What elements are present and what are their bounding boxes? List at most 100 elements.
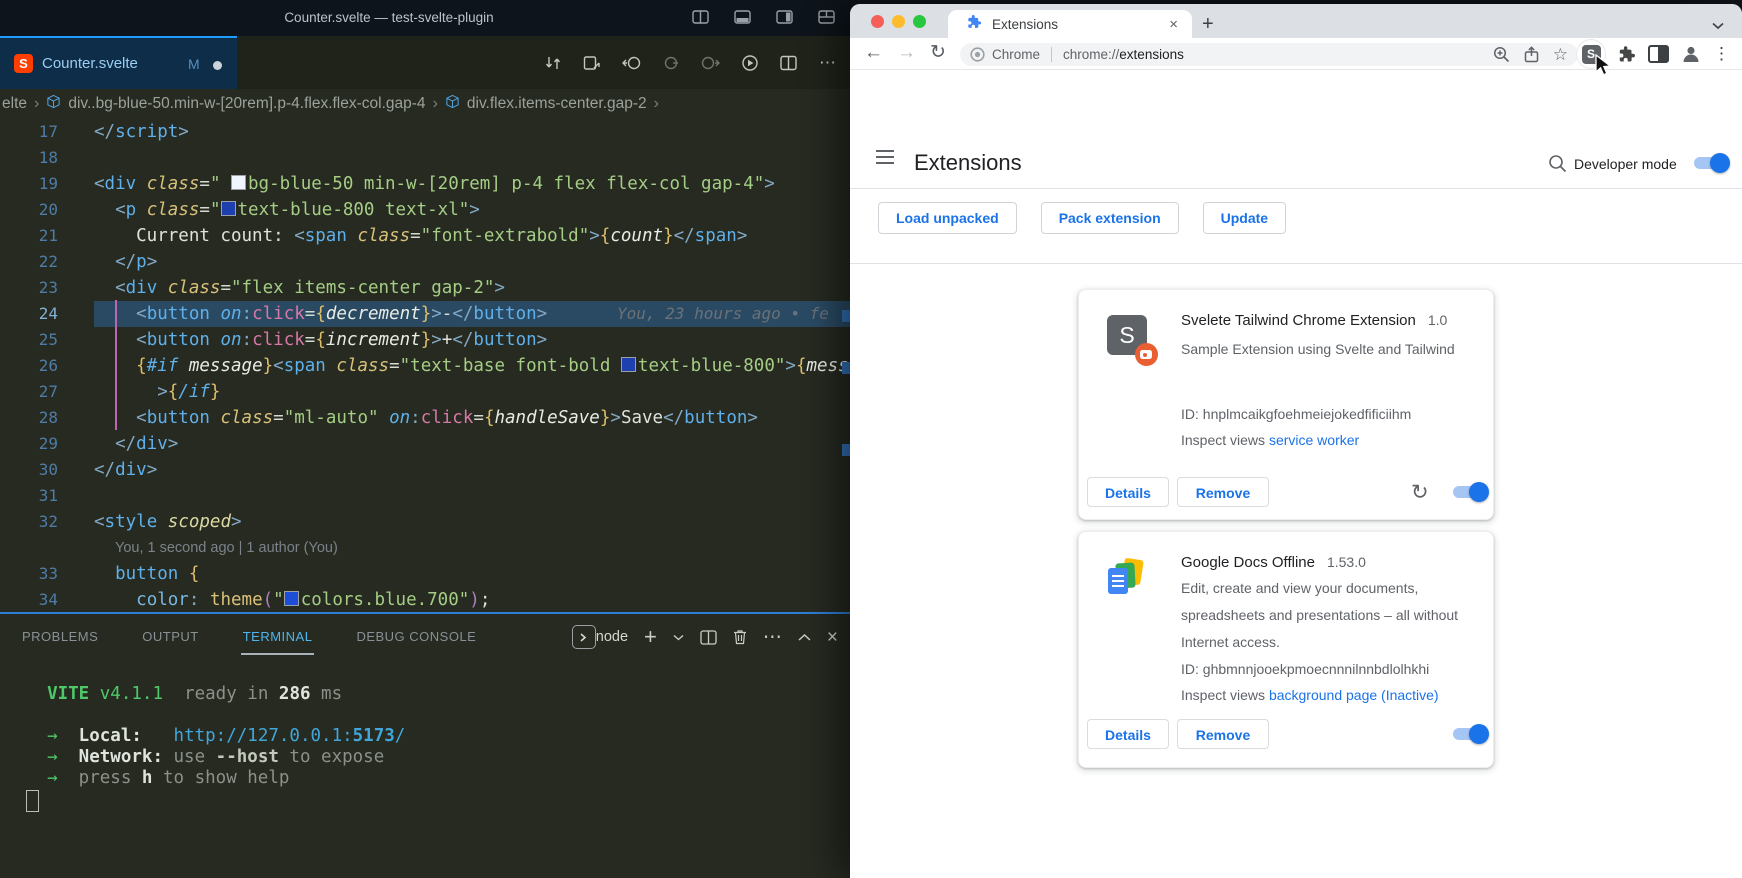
code-text: color: theme("colors.blue.700"); xyxy=(94,587,850,612)
code-editor[interactable]: 17</script>1819<div class=" bg-blue-50 m… xyxy=(0,119,850,612)
close-window-button[interactable] xyxy=(871,15,884,28)
extension-name: Svelete Tailwind Chrome Extension xyxy=(1181,312,1416,329)
site-label: Chrome xyxy=(992,47,1040,62)
close-panel-icon[interactable]: × xyxy=(827,628,838,647)
panel-tab-debug-console[interactable]: DEBUG CONSOLE xyxy=(334,616,498,658)
share-icon[interactable] xyxy=(1524,46,1539,63)
code-text: >{/if} xyxy=(94,379,850,405)
toggle-sidebar-icon[interactable] xyxy=(692,10,710,25)
more-actions-icon[interactable]: ⋯ xyxy=(819,53,836,73)
extension-reload-icon[interactable]: ↻ xyxy=(1411,480,1429,505)
remove-button[interactable]: Remove xyxy=(1177,477,1269,507)
symbol-cube-icon xyxy=(445,94,460,114)
breadcrumb-separator-icon: › xyxy=(654,95,659,113)
tab-search-icon[interactable] xyxy=(1712,17,1724,35)
zoom-icon[interactable] xyxy=(1493,46,1510,63)
chrome-menu-icon[interactable]: ⋮ xyxy=(1713,44,1730,64)
line-number: 34 xyxy=(0,587,58,612)
new-tab-button[interactable]: + xyxy=(1202,12,1214,36)
profile-avatar-icon[interactable] xyxy=(1681,44,1701,64)
code-text: </div> xyxy=(94,457,850,483)
back-icon[interactable]: ← xyxy=(864,41,883,65)
developer-mode-label: Developer mode xyxy=(1574,156,1677,172)
open-preview-icon[interactable] xyxy=(583,55,601,71)
toggle-secondary-sidebar-icon[interactable] xyxy=(776,10,794,25)
panel-tab-output[interactable]: OUTPUT xyxy=(120,616,220,658)
line-number: 29 xyxy=(0,431,58,457)
terminal-line: → Network: use --host to expose xyxy=(26,747,405,768)
extension-enabled-toggle[interactable] xyxy=(1453,728,1487,740)
split-terminal-icon[interactable] xyxy=(700,630,717,645)
breadcrumb-item[interactable]: div..bg-blue-50.min-w-[20rem].p-4.flex.f… xyxy=(68,95,425,113)
panel-more-icon[interactable]: ⋯ xyxy=(763,628,782,647)
code-line: 33 button { xyxy=(0,561,850,587)
url-path: extensions xyxy=(1119,47,1184,62)
overview-ruler-mark xyxy=(842,310,850,322)
svelte-icon: S xyxy=(14,54,33,73)
breadcrumb-item[interactable]: div.flex.items-center.gap-2 xyxy=(467,95,647,113)
button-load-unpacked[interactable]: Load unpacked xyxy=(878,202,1017,234)
developer-mode-toggle[interactable] xyxy=(1694,157,1728,169)
extension-title-row: Svelete Tailwind Chrome Extension1.0 xyxy=(1181,310,1447,330)
code-text: <div class=" bg-blue-50 min-w-[20rem] p-… xyxy=(94,171,850,197)
extensions-puzzle-icon[interactable] xyxy=(1617,45,1636,64)
color-swatch xyxy=(231,175,246,190)
kill-terminal-icon[interactable] xyxy=(733,629,747,645)
code-text: <style scoped> xyxy=(94,509,850,535)
bookmark-star-icon[interactable]: ☆ xyxy=(1553,46,1568,63)
previous-change-icon[interactable] xyxy=(622,55,642,71)
details-button[interactable]: Details xyxy=(1087,719,1169,749)
line-number: 23 xyxy=(0,275,58,301)
google-docs-icon xyxy=(1107,559,1147,599)
toggle-panel-icon[interactable] xyxy=(734,10,752,25)
address-bar[interactable]: Chrome chrome://extensions ☆ xyxy=(960,43,1578,66)
code-line: 27 >{/if} xyxy=(0,379,850,405)
code-text xyxy=(94,145,850,171)
extensions-page: Extensions Developer mode Load unpackedP… xyxy=(850,70,1742,878)
chrome-tabstrip: Extensions × + xyxy=(850,4,1742,38)
extension-id: ID: ghbmnnjooekpmoecnnnilnnbdlolhkhi xyxy=(1181,659,1429,679)
split-editor-icon[interactable] xyxy=(780,55,798,71)
minimize-window-button[interactable] xyxy=(892,15,905,28)
extension-enabled-toggle[interactable] xyxy=(1453,486,1487,498)
inspect-view-link[interactable]: service worker xyxy=(1269,432,1359,448)
details-button[interactable]: Details xyxy=(1087,477,1169,507)
color-swatch xyxy=(284,591,299,606)
terminal-instance[interactable]: node xyxy=(572,625,628,649)
next-change-icon xyxy=(700,55,720,71)
maximize-panel-icon[interactable] xyxy=(798,633,811,641)
tab-counter-svelte[interactable]: S Counter.svelte M xyxy=(0,36,237,89)
run-icon[interactable] xyxy=(741,54,759,72)
zoom-window-button[interactable] xyxy=(913,15,926,28)
code-text: <button on:click={increment}>+</button> xyxy=(94,327,850,353)
svelte-s-badge-icon: S xyxy=(1107,315,1147,355)
side-panel-icon[interactable] xyxy=(1648,45,1669,63)
reload-icon[interactable]: ↻ xyxy=(930,41,946,65)
active-indent-guide xyxy=(115,300,117,430)
breadcrumb[interactable]: elte › div..bg-blue-50.min-w-[20rem].p-4.f… xyxy=(2,89,850,119)
button-pack-extension[interactable]: Pack extension xyxy=(1041,202,1179,234)
customize-layout-icon[interactable] xyxy=(818,10,836,25)
vscode-window: Counter.svelte — test-svelte-plugin S Co… xyxy=(0,0,850,878)
close-tab-icon[interactable]: × xyxy=(1169,16,1178,33)
breadcrumb-file[interactable]: elte xyxy=(2,95,27,113)
panel-tab-problems[interactable]: PROBLEMS xyxy=(0,616,120,658)
main-menu-icon[interactable] xyxy=(876,156,894,158)
remove-button[interactable]: Remove xyxy=(1177,719,1269,749)
line-number: 26 xyxy=(0,353,58,379)
button-update[interactable]: Update xyxy=(1203,202,1286,234)
unsaved-dot-icon[interactable] xyxy=(213,61,222,70)
panel-tab-terminal[interactable]: TERMINAL xyxy=(221,616,335,658)
terminal-dropdown-icon[interactable] xyxy=(673,634,684,641)
terminal-output[interactable]: VITE v4.1.1 ready in 286 ms → Local: htt… xyxy=(26,684,405,789)
compare-changes-icon[interactable] xyxy=(544,55,562,71)
tab-label: Counter.svelte xyxy=(42,55,138,72)
new-terminal-icon[interactable]: + xyxy=(644,626,657,648)
search-icon[interactable] xyxy=(1548,154,1567,173)
tab-extensions[interactable]: Extensions × xyxy=(948,10,1192,38)
code-line: 34 color: theme("colors.blue.700"); xyxy=(0,587,850,612)
line-number: 25 xyxy=(0,327,58,353)
line-number: 33 xyxy=(0,561,58,587)
inspect-view-link[interactable]: background page (Inactive) xyxy=(1269,687,1439,703)
code-line: 28 <button class="ml-auto" on:click={han… xyxy=(0,405,850,431)
